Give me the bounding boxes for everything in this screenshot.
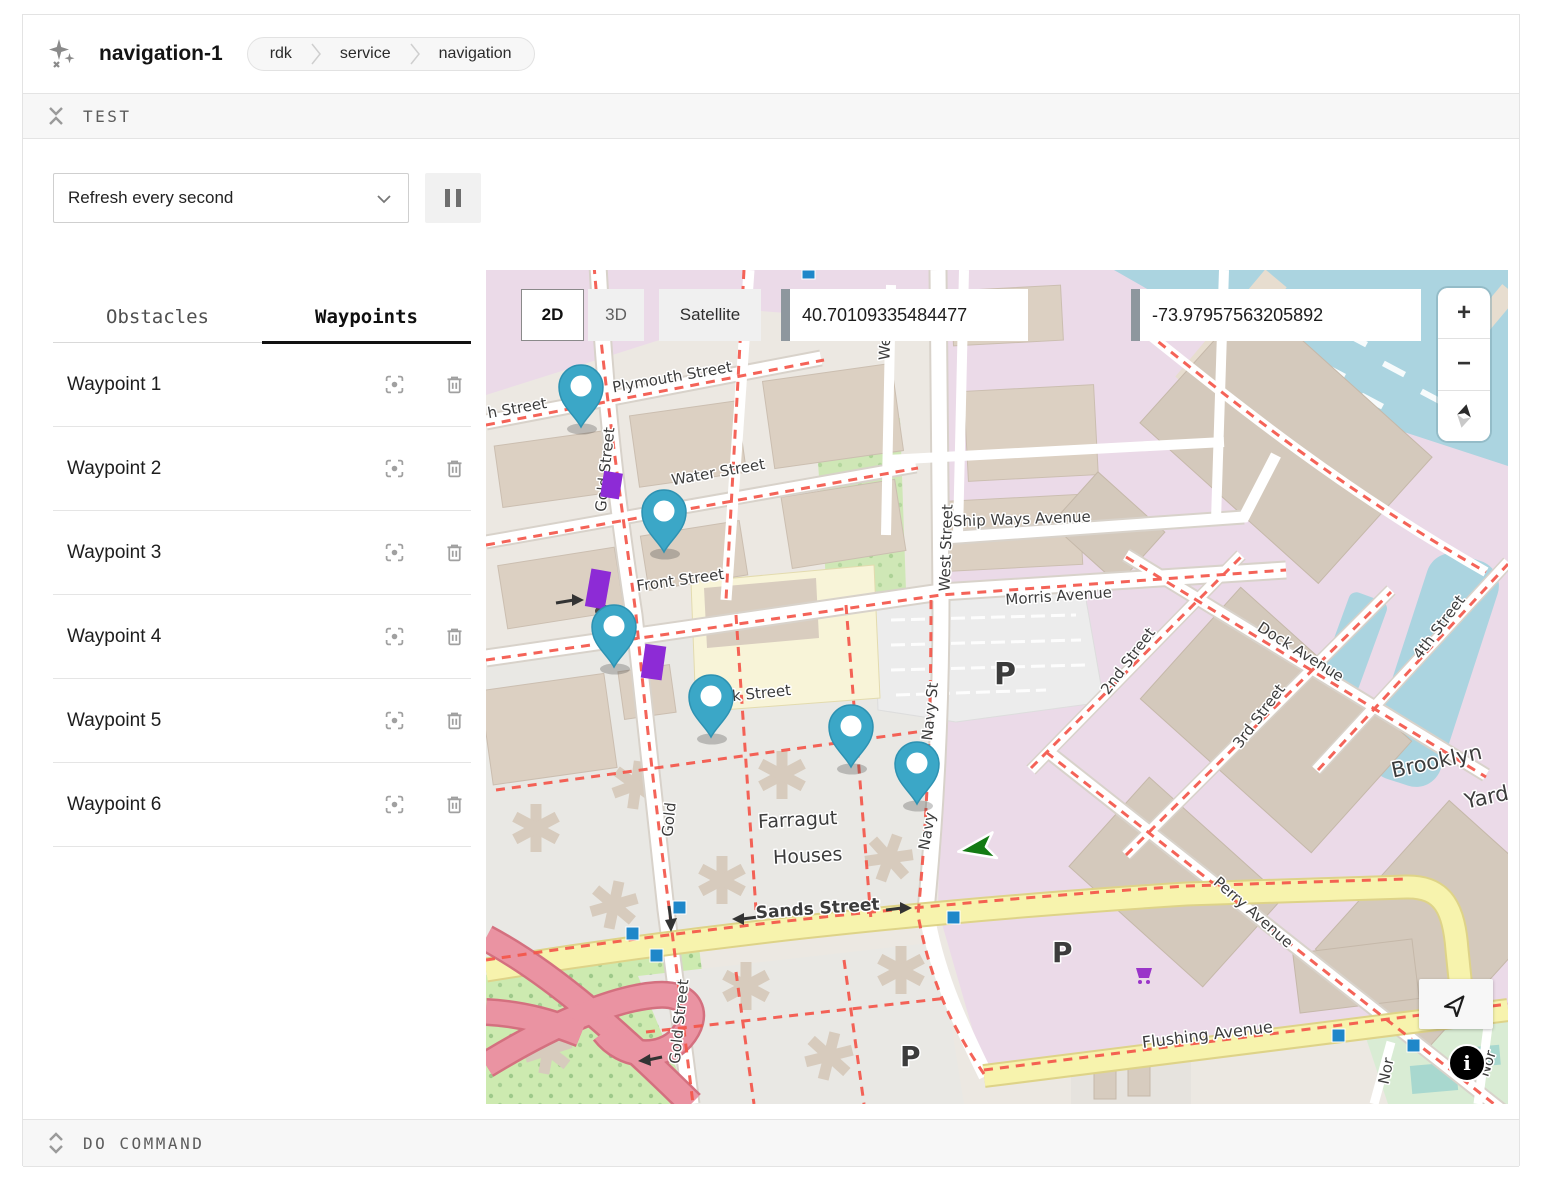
waypoint-list: Waypoint 1 Waypoint 2 Waypoint 3 Waypoin… xyxy=(53,343,471,847)
card-header: navigation-1 rdk service navigation xyxy=(23,15,1519,93)
obstacle xyxy=(600,471,623,500)
delete-waypoint-button[interactable] xyxy=(437,620,471,654)
breadcrumb-service: service xyxy=(322,45,409,63)
center-on-robot-button[interactable] xyxy=(1419,979,1493,1029)
breadcrumb-rdk: rdk xyxy=(252,45,310,63)
delete-waypoint-button[interactable] xyxy=(437,788,471,822)
waypoint-label: Waypoint 2 xyxy=(53,458,377,480)
compass-button[interactable] xyxy=(1438,390,1490,441)
trash-icon xyxy=(444,710,465,731)
focus-icon xyxy=(384,710,405,731)
waypoint-label: Waypoint 4 xyxy=(53,626,377,648)
collapse-icon[interactable] xyxy=(47,105,65,127)
focus-icon xyxy=(384,374,405,395)
focus-waypoint-button[interactable] xyxy=(377,704,411,738)
latitude-input[interactable] xyxy=(781,289,1028,341)
do-command-section-bar[interactable]: DO COMMAND xyxy=(23,1119,1519,1167)
svg-text:P: P xyxy=(900,1040,921,1073)
test-section-label: TEST xyxy=(83,107,132,126)
map-zoom-control: + − xyxy=(1438,288,1490,441)
do-command-label: DO COMMAND xyxy=(83,1134,204,1153)
waypoint-label: Waypoint 5 xyxy=(53,710,377,732)
zoom-out-button[interactable]: − xyxy=(1438,338,1490,389)
focus-waypoint-button[interactable] xyxy=(377,536,411,570)
refresh-rate-value: Refresh every second xyxy=(68,188,233,208)
navigation-arrow-icon xyxy=(1443,991,1469,1017)
trash-icon xyxy=(444,542,465,563)
test-section-bar[interactable]: TEST xyxy=(23,93,1519,139)
table-row: Waypoint 4 xyxy=(53,595,471,679)
table-row: Waypoint 2 xyxy=(53,427,471,511)
svg-text:Gold: Gold xyxy=(658,801,680,837)
machine-part-icon xyxy=(47,39,77,69)
chevron-right-icon xyxy=(310,42,322,66)
expand-icon[interactable] xyxy=(47,1132,65,1154)
map-canvas: P P P h Street Plymouth Street Water Str… xyxy=(486,270,1508,1104)
table-row: Waypoint 3 xyxy=(53,511,471,595)
table-row: Waypoint 6 xyxy=(53,763,471,847)
map-satellite-button[interactable]: Satellite xyxy=(659,289,761,341)
focus-waypoint-button[interactable] xyxy=(377,368,411,402)
trash-icon xyxy=(444,374,465,395)
page-title: navigation-1 xyxy=(99,42,223,66)
tab-obstacles[interactable]: Obstacles xyxy=(53,291,262,342)
map-3d-button[interactable]: 3D xyxy=(588,289,644,341)
chevron-down-icon xyxy=(376,191,392,207)
focus-icon xyxy=(384,458,405,479)
svg-text:Houses: Houses xyxy=(772,843,843,869)
delete-waypoint-button[interactable] xyxy=(437,704,471,738)
map-info-button[interactable]: i xyxy=(1448,1044,1486,1082)
focus-icon xyxy=(384,542,405,563)
focus-icon xyxy=(384,794,405,815)
pause-refresh-button[interactable] xyxy=(425,173,481,223)
delete-waypoint-button[interactable] xyxy=(437,368,471,402)
navigation-map[interactable]: P P P h Street Plymouth Street Water Str… xyxy=(486,270,1508,1104)
trash-icon xyxy=(444,794,465,815)
navigation-card: navigation-1 rdk service navigation TEST… xyxy=(22,14,1520,1166)
obstacles-waypoints-tabs: Obstacles Waypoints xyxy=(53,291,471,343)
compass-icon xyxy=(1453,403,1475,429)
svg-text:Farragut: Farragut xyxy=(758,807,838,833)
tab-waypoints[interactable]: Waypoints xyxy=(262,291,471,342)
focus-waypoint-button[interactable] xyxy=(377,620,411,654)
table-row: Waypoint 5 xyxy=(53,679,471,763)
plus-icon: + xyxy=(1457,299,1471,327)
pause-icon xyxy=(445,189,450,207)
breadcrumb-navigation: navigation xyxy=(421,45,530,63)
waypoint-label: Waypoint 6 xyxy=(53,794,377,816)
zoom-in-button[interactable]: + xyxy=(1438,288,1490,338)
delete-waypoint-button[interactable] xyxy=(437,536,471,570)
refresh-rate-select[interactable]: Refresh every second xyxy=(53,173,409,223)
svg-text:P: P xyxy=(994,657,1016,692)
info-icon: i xyxy=(1463,1051,1471,1075)
waypoint-label: Waypoint 3 xyxy=(53,542,377,564)
focus-icon xyxy=(384,626,405,647)
longitude-input[interactable] xyxy=(1131,289,1421,341)
svg-text:P: P xyxy=(1052,936,1073,969)
chevron-right-icon xyxy=(409,42,421,66)
delete-waypoint-button[interactable] xyxy=(437,452,471,486)
breadcrumb: rdk service navigation xyxy=(247,37,535,71)
minus-icon: − xyxy=(1457,350,1471,378)
waypoint-label: Waypoint 1 xyxy=(53,374,377,396)
trash-icon xyxy=(444,626,465,647)
table-row: Waypoint 1 xyxy=(53,343,471,427)
focus-waypoint-button[interactable] xyxy=(377,788,411,822)
map-2d-button[interactable]: 2D xyxy=(521,289,584,341)
trash-icon xyxy=(444,458,465,479)
focus-waypoint-button[interactable] xyxy=(377,452,411,486)
